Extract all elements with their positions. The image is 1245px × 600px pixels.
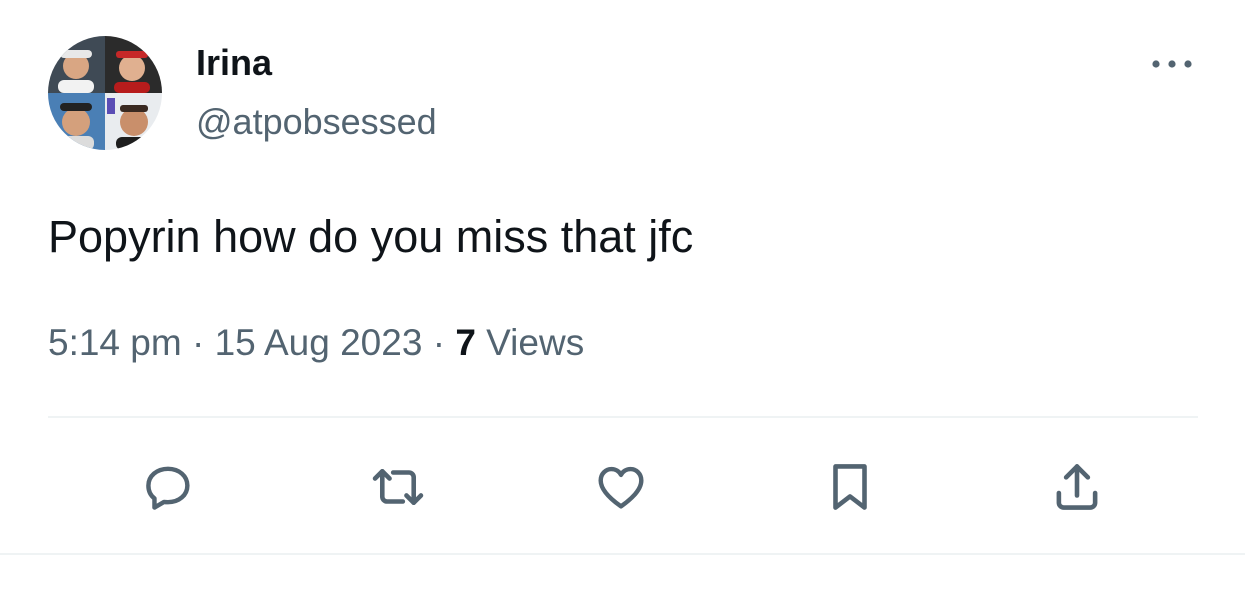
avatar[interactable] bbox=[48, 36, 162, 150]
tweet: Irina @atpobsessed Popyrin how do you mi… bbox=[0, 0, 1245, 600]
tweet-text: Popyrin how do you miss that jfc bbox=[48, 211, 694, 262]
like-button[interactable] bbox=[589, 455, 653, 519]
meta-separator: · bbox=[422, 322, 456, 363]
tweet-time[interactable]: 5:14 pm bbox=[48, 322, 182, 363]
meta-separator: · bbox=[181, 322, 215, 363]
views-label: Views bbox=[475, 322, 585, 363]
author-handle[interactable]: @atpobsessed bbox=[196, 99, 437, 145]
bottom-border bbox=[0, 553, 1245, 555]
reply-button[interactable] bbox=[136, 455, 200, 519]
bookmark-button[interactable] bbox=[818, 455, 882, 519]
tweet-date[interactable]: 15 Aug 2023 bbox=[215, 322, 423, 363]
share-icon bbox=[1056, 464, 1098, 510]
action-bar bbox=[0, 455, 1245, 525]
author-info: Irina @atpobsessed bbox=[196, 40, 437, 145]
more-options-icon[interactable] bbox=[1148, 52, 1196, 76]
divider bbox=[48, 416, 1198, 418]
reply-icon bbox=[146, 466, 190, 510]
retweet-button[interactable] bbox=[366, 455, 430, 519]
views-count: 7 bbox=[455, 322, 476, 363]
bookmark-icon bbox=[833, 464, 867, 510]
author-display-name[interactable]: Irina bbox=[196, 40, 437, 86]
share-button[interactable] bbox=[1045, 455, 1109, 519]
tweet-meta: 5:14 pm · 15 Aug 2023 · 7 Views bbox=[48, 319, 584, 367]
retweet-icon bbox=[372, 468, 424, 506]
like-icon bbox=[598, 466, 644, 509]
